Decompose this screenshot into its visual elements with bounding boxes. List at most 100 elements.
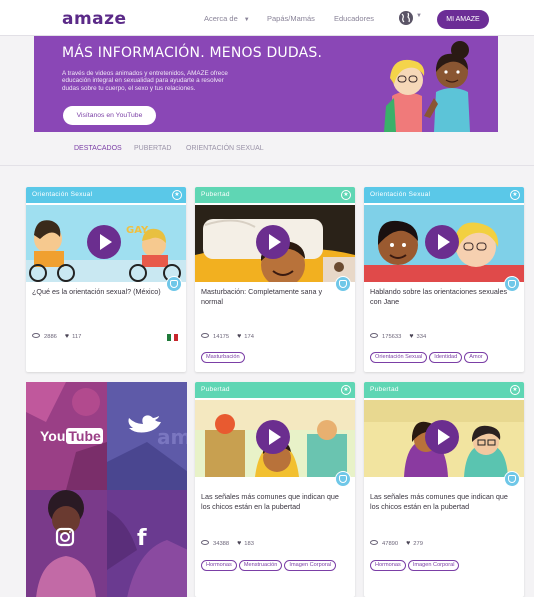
- hero-description: A través de videos animados y entretenid…: [62, 70, 228, 92]
- heart-icon[interactable]: ♥: [237, 333, 241, 340]
- sign-language-icon[interactable]: [504, 471, 520, 487]
- heart-icon[interactable]: ♥: [237, 540, 241, 547]
- eye-icon: [201, 539, 209, 545]
- play-button[interactable]: [256, 420, 290, 454]
- tag-chip[interactable]: Hormonas: [370, 560, 406, 571]
- chevron-down-icon: ▼: [243, 17, 250, 23]
- like-count: 117: [72, 334, 82, 340]
- amaze-logo[interactable]: amaze: [62, 9, 127, 29]
- twitter-tile[interactable]: amaz: [107, 382, 187, 490]
- video-title[interactable]: ¿Qué es la orientación sexual? (México): [32, 287, 172, 297]
- favorite-star-icon[interactable]: ★: [172, 190, 182, 200]
- tag-list: Hormonas Menstruación Imagen Corporal: [201, 560, 351, 571]
- favorite-star-icon[interactable]: ★: [510, 385, 520, 395]
- video-thumbnail[interactable]: GAY: [26, 205, 186, 282]
- mexico-flag-icon: [167, 334, 179, 341]
- video-thumbnail[interactable]: [364, 205, 524, 282]
- youtube-visit-button[interactable]: Visítanos en YouTube: [63, 106, 156, 125]
- nav-parents-link[interactable]: Papás/Mamás: [267, 14, 315, 23]
- tag-chip[interactable]: Amor: [464, 352, 488, 363]
- play-icon: [100, 234, 112, 250]
- tag-chip[interactable]: Orientación Sexual: [370, 352, 428, 363]
- video-card[interactable]: Orientación Sexual ★ Hablando sobre las …: [364, 187, 524, 372]
- sign-language-icon[interactable]: [335, 471, 351, 487]
- youtube-logo: You Tube: [40, 428, 103, 444]
- play-button[interactable]: [256, 225, 290, 259]
- hero-banner: MÁS INFORMACIÓN. MENOS DUDAS. A través d…: [34, 36, 498, 132]
- view-count: 14175: [213, 334, 230, 340]
- video-card[interactable]: Orientación Sexual ★ GAY ¿Qué es la orie: [26, 187, 186, 372]
- tag-chip[interactable]: Imagen Corporal: [407, 560, 460, 571]
- language-chevron-icon[interactable]: ▼: [416, 13, 422, 19]
- eye-icon: [370, 539, 378, 545]
- video-title[interactable]: Hablando sobre las orientaciones sexuale…: [370, 287, 510, 307]
- eye-icon: [32, 332, 40, 338]
- like-count: 183: [244, 541, 254, 547]
- tab-destacados[interactable]: DESTACADOS: [74, 145, 122, 152]
- nav-educators-link[interactable]: Educadores: [334, 14, 374, 23]
- heart-icon[interactable]: ♥: [65, 333, 69, 340]
- like-count: 279: [413, 541, 423, 547]
- favorite-star-icon[interactable]: ★: [510, 190, 520, 200]
- top-navigation: amaze Acerca de ▼ Papás/Mamás Educadores …: [0, 0, 534, 36]
- view-count: 47890: [382, 541, 399, 547]
- hero-title: MÁS INFORMACIÓN. MENOS DUDAS.: [62, 45, 323, 61]
- tag-chip[interactable]: Imagen Corporal: [284, 560, 337, 571]
- video-card[interactable]: Pubertad ★ Masturbación: Completamente s…: [195, 187, 355, 372]
- tag-chip[interactable]: Identidad: [429, 352, 463, 363]
- video-title[interactable]: Masturbación: Completamente sana y norma…: [201, 287, 341, 307]
- social-media-card: YouTube amaz f: [26, 382, 187, 597]
- tab-orientacion-sexual[interactable]: ORIENTACIÓN SEXUAL: [186, 145, 264, 152]
- nav-about-label: Acerca de: [204, 14, 238, 23]
- video-card[interactable]: Pubertad ★ Las señales más comunes que i…: [195, 382, 355, 597]
- thumb-word: GAY: [126, 225, 149, 236]
- category-label: Pubertad: [195, 382, 355, 398]
- view-count: 34388: [213, 541, 230, 547]
- play-icon: [269, 429, 281, 445]
- category-label: Orientación Sexual: [26, 187, 186, 203]
- video-stats: 2886 ♥ 117: [32, 332, 82, 340]
- heart-icon[interactable]: ♥: [409, 333, 413, 340]
- video-title[interactable]: Las señales más comunes que indican que …: [201, 492, 341, 512]
- tag-list: Orientación Sexual Identidad Amor: [370, 352, 520, 363]
- tag-chip[interactable]: Masturbación: [201, 352, 245, 363]
- eye-icon: [370, 332, 378, 338]
- heart-icon[interactable]: ♥: [406, 540, 410, 547]
- facebook-tile[interactable]: f: [107, 490, 187, 597]
- video-thumbnail[interactable]: [195, 205, 355, 282]
- play-icon: [269, 234, 281, 250]
- content-tabs: DESTACADOS PUBERTAD ORIENTACIÓN SEXUAL: [0, 132, 534, 166]
- facebook-icon: f: [137, 526, 147, 551]
- eye-icon: [201, 332, 209, 338]
- view-count: 175633: [382, 334, 402, 340]
- tab-pubertad[interactable]: PUBERTAD: [134, 145, 171, 152]
- like-count: 334: [416, 334, 427, 340]
- nav-about-link[interactable]: Acerca de ▼: [204, 14, 250, 23]
- category-label: Pubertad: [195, 187, 355, 203]
- favorite-star-icon[interactable]: ★: [341, 190, 351, 200]
- play-button[interactable]: [425, 420, 459, 454]
- category-label: Orientación Sexual: [364, 187, 524, 203]
- play-icon: [438, 234, 450, 250]
- tag-chip[interactable]: Menstruación: [238, 560, 283, 571]
- video-stats: 14175 ♥ 174: [201, 332, 254, 340]
- page: amaze Acerca de ▼ Papás/Mamás Educadores …: [0, 0, 534, 597]
- video-card[interactable]: Pubertad ★ Las señales más comunes que i…: [364, 382, 524, 597]
- svg-text:amaz: amaz: [157, 425, 187, 449]
- youtube-tile[interactable]: You Tube: [26, 382, 107, 490]
- favorite-star-icon[interactable]: ★: [341, 385, 351, 395]
- video-title[interactable]: Las señales más comunes que indican que …: [370, 492, 510, 512]
- play-icon: [438, 429, 450, 445]
- view-count: 2886: [44, 334, 57, 340]
- hero-characters-illustration: [384, 41, 470, 132]
- video-thumbnail[interactable]: [364, 400, 524, 477]
- play-button[interactable]: [87, 225, 121, 259]
- play-button[interactable]: [425, 225, 459, 259]
- tag-list: Masturbación: [201, 352, 351, 363]
- tag-chip[interactable]: Hormonas: [201, 560, 237, 571]
- video-thumbnail[interactable]: [195, 400, 355, 477]
- video-stats: 47890 ♥ 279: [370, 539, 423, 547]
- my-amaze-button[interactable]: MI AMAZE: [437, 10, 489, 29]
- globe-icon[interactable]: [398, 10, 414, 26]
- instagram-tile[interactable]: [26, 490, 107, 597]
